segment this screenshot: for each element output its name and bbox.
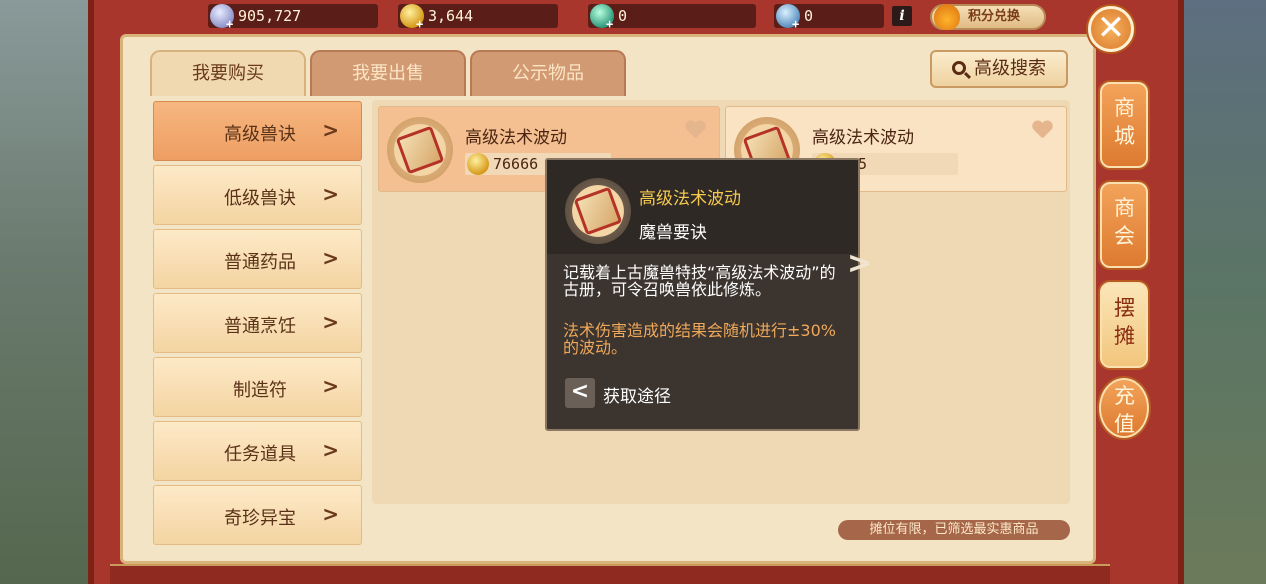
side-button-label: 充值 bbox=[1114, 384, 1135, 436]
currency-gold-value: 3,644 bbox=[428, 7, 474, 25]
close-button[interactable]: ✕ bbox=[1088, 6, 1134, 52]
plus-icon: + bbox=[792, 17, 800, 31]
currency-gem-value: 0 bbox=[804, 7, 814, 25]
points-exchange-button[interactable]: 积分兑换 bbox=[930, 4, 1046, 30]
item-name: 高级法术波动 bbox=[465, 128, 567, 148]
search-icon bbox=[952, 61, 966, 75]
scroll-icon bbox=[395, 125, 445, 175]
favorite-heart-icon[interactable] bbox=[1032, 121, 1052, 139]
currency-bar: + 905,727 + 3,644 + 0 + 0 i 积分兑换 bbox=[130, 0, 1100, 32]
chevron-right-icon: > bbox=[322, 502, 339, 526]
category-item[interactable]: 制造符 > bbox=[153, 357, 362, 417]
background-left bbox=[0, 0, 95, 584]
category-item[interactable]: 高级兽诀 > bbox=[153, 101, 362, 161]
chevron-right-icon: > bbox=[322, 182, 339, 206]
tooltip-item-name: 高级法术波动 bbox=[639, 189, 741, 209]
category-item[interactable]: 低级兽诀 > bbox=[153, 165, 362, 225]
scroll-icon bbox=[573, 186, 623, 236]
plus-icon: + bbox=[416, 17, 424, 31]
frame-bottom-border bbox=[110, 564, 1110, 584]
category-item[interactable]: 普通药品 > bbox=[153, 229, 362, 289]
currency-jade[interactable]: + 0 bbox=[588, 4, 756, 31]
info-button[interactable]: i bbox=[892, 6, 912, 26]
advanced-search-label: 高级搜索 bbox=[974, 58, 1046, 79]
tab-buy[interactable]: 我要购买 bbox=[150, 50, 306, 96]
side-button-label: 商城 bbox=[1114, 96, 1135, 148]
currency-gold[interactable]: + 3,644 bbox=[398, 4, 558, 31]
currency-gem[interactable]: + 0 bbox=[774, 4, 884, 31]
side-button-recharge[interactable]: 充值 bbox=[1099, 378, 1149, 438]
chevron-right-icon[interactable]: > bbox=[847, 246, 872, 281]
side-button-mall[interactable]: 商城 bbox=[1100, 82, 1148, 168]
chevron-left-icon[interactable]: < bbox=[565, 378, 595, 408]
tab-public-items-label: 公示物品 bbox=[512, 63, 584, 84]
tooltip-effect: 法术伤害造成的结果会随机进行±30%的波动。 bbox=[563, 321, 836, 357]
category-item[interactable]: 任务道具 > bbox=[153, 421, 362, 481]
currency-silver-value: 905,727 bbox=[238, 7, 302, 25]
category-item[interactable]: 普通烹饪 > bbox=[153, 293, 362, 353]
tooltip-item-icon-frame bbox=[565, 178, 631, 244]
item-tooltip: 高级法术波动 魔兽要诀 记载着上古魔兽特技“高级法术波动”的古册，可令召唤兽依此… bbox=[545, 158, 872, 431]
chevron-right-icon: > bbox=[322, 246, 339, 270]
favorite-heart-icon[interactable] bbox=[685, 121, 705, 139]
plus-icon: + bbox=[226, 17, 234, 31]
plus-icon: + bbox=[606, 17, 614, 31]
chevron-right-icon: > bbox=[322, 374, 339, 398]
gold-coin-icon bbox=[467, 153, 489, 175]
tab-public-items[interactable]: 公示物品 bbox=[470, 50, 626, 96]
tab-buy-label: 我要购买 bbox=[192, 63, 264, 84]
currency-jade-value: 0 bbox=[618, 7, 628, 25]
currency-silver[interactable]: + 905,727 bbox=[208, 4, 378, 31]
chevron-right-icon: > bbox=[322, 118, 339, 142]
money-bag-icon bbox=[934, 4, 960, 30]
item-name: 高级法术波动 bbox=[812, 128, 914, 148]
tab-sell-label: 我要出售 bbox=[352, 63, 424, 84]
filter-notice: 摊位有限，已筛选最实惠商品 bbox=[838, 520, 1070, 540]
tab-sell[interactable]: 我要出售 bbox=[310, 50, 466, 96]
item-price: 76666 bbox=[493, 155, 539, 173]
advanced-search-button[interactable]: 高级搜索 bbox=[930, 50, 1068, 88]
tooltip-description: 记载着上古魔兽特技“高级法术波动”的古册，可令召唤兽依此修炼。 bbox=[563, 263, 836, 299]
side-button-stall[interactable]: 摆摊 bbox=[1100, 282, 1148, 368]
tooltip-source-label[interactable]: 获取途径 bbox=[603, 382, 671, 407]
item-icon-frame bbox=[387, 117, 453, 183]
points-exchange-label: 积分兑换 bbox=[968, 9, 1021, 24]
side-button-label: 摆摊 bbox=[1114, 296, 1135, 348]
side-button-guild[interactable]: 商会 bbox=[1100, 182, 1148, 268]
chevron-right-icon: > bbox=[322, 310, 339, 334]
chevron-right-icon: > bbox=[322, 438, 339, 462]
tooltip-item-type: 魔兽要诀 bbox=[639, 223, 707, 243]
category-item[interactable]: 奇珍异宝 > bbox=[153, 485, 362, 545]
side-button-label: 商会 bbox=[1114, 196, 1135, 248]
